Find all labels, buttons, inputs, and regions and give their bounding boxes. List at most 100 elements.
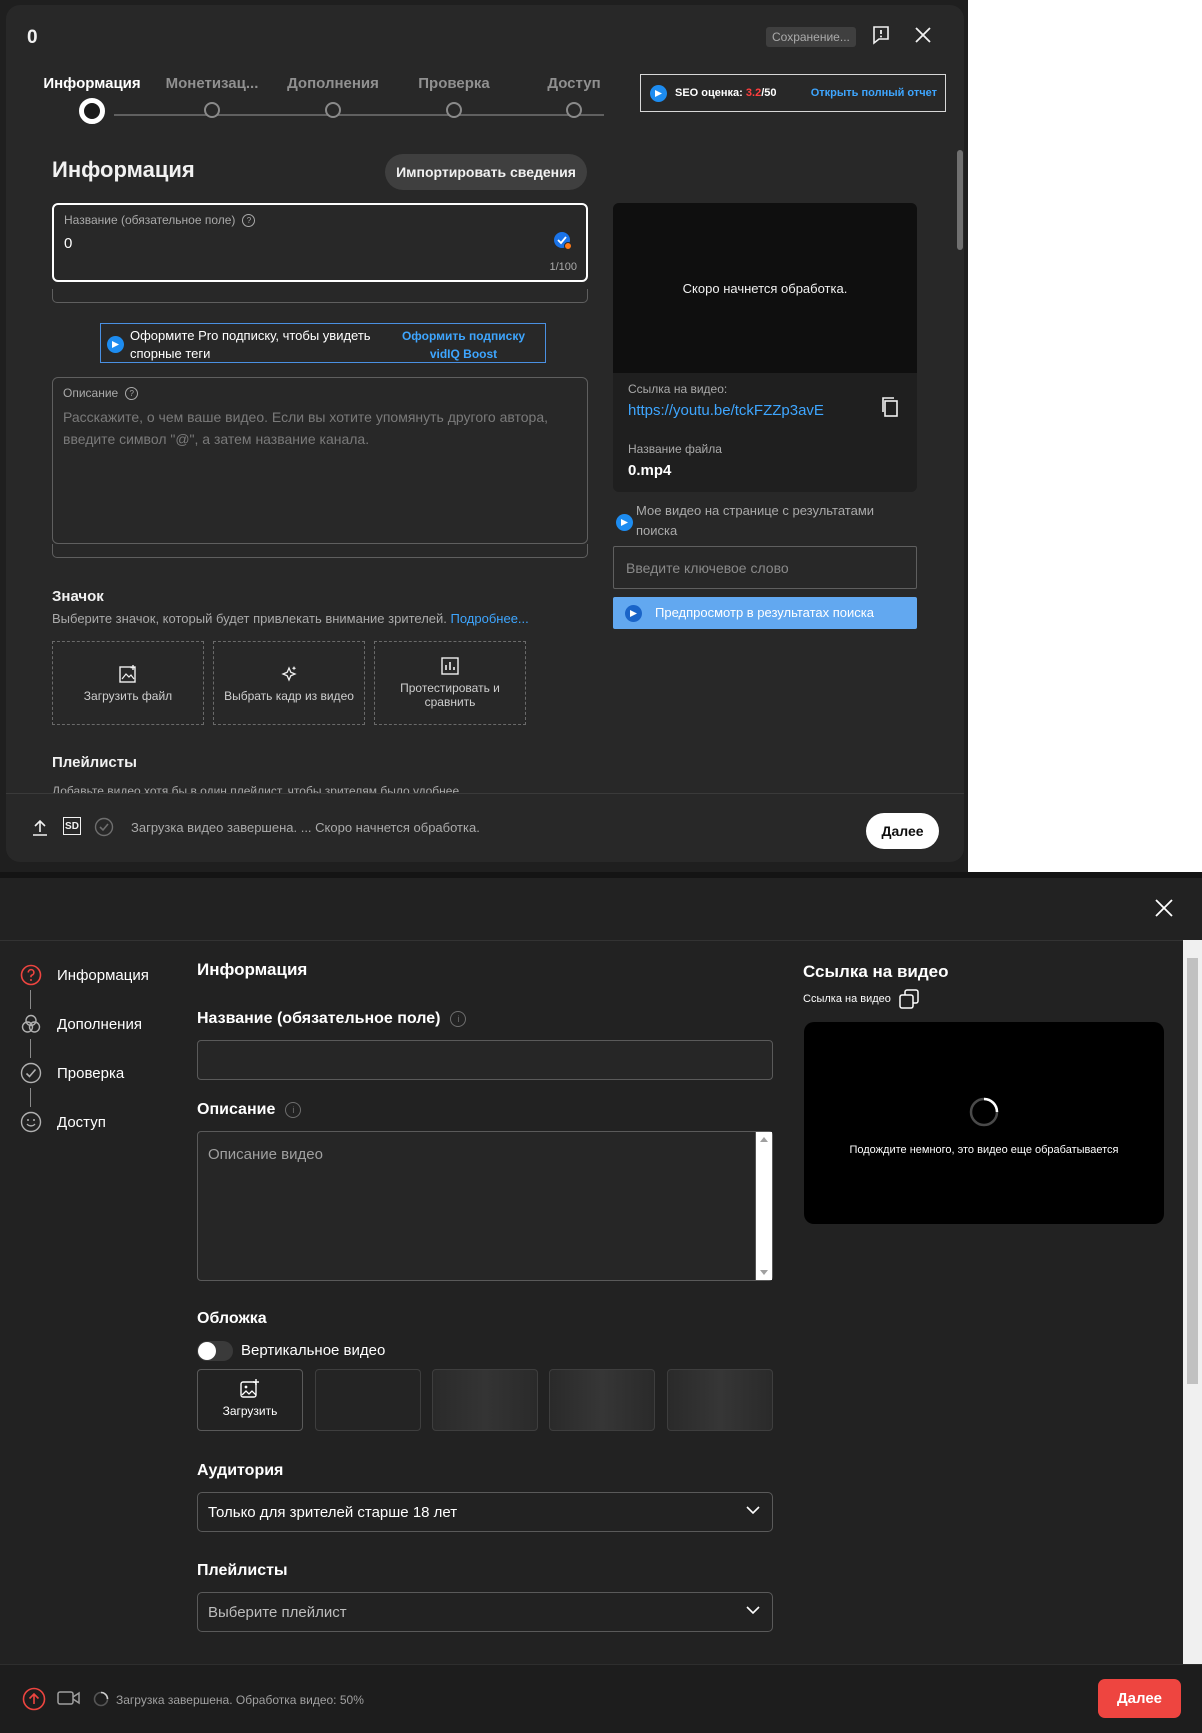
sd-quality-icon[interactable]: SD (63, 817, 81, 835)
cover-slot[interactable] (667, 1369, 773, 1431)
playlists-title: Плейлисты (52, 754, 137, 771)
loading-spinner-icon (93, 1691, 109, 1712)
title-value[interactable]: 0 (64, 235, 72, 252)
option-label: Загрузить файл (83, 689, 173, 703)
report-icon[interactable] (868, 22, 894, 48)
help-icon[interactable]: ? (242, 214, 256, 228)
nav-item-checks[interactable]: Проверка (20, 1062, 180, 1111)
upload-thumbnail-option[interactable]: Загрузить файл (52, 641, 204, 725)
second-upload-dialog: Информация Дополнения Проверка Доступ Ин… (0, 878, 1202, 1733)
image-add-icon (239, 1378, 261, 1400)
help-icon[interactable]: ? (125, 387, 139, 401)
step-label: Дополнения (287, 75, 379, 92)
vidiq-logo-icon (107, 336, 124, 353)
auto-frame-option[interactable]: Выбрать кадр из видео (213, 641, 365, 725)
upload-icon[interactable] (32, 819, 48, 842)
title-field[interactable]: Название (обязательное поле)? 0 1/100 (52, 203, 588, 282)
upload-cover-button[interactable]: Загрузить (197, 1369, 303, 1431)
cover-slot[interactable] (432, 1369, 538, 1431)
title-label-text: Название (обязательное поле) (64, 213, 236, 227)
thumbnail-subtitle: Выберите значок, который будет привлекат… (52, 611, 529, 626)
chart-icon (375, 656, 525, 676)
background-blank (968, 0, 1202, 872)
check-circle-icon (20, 1062, 42, 1084)
step-info[interactable]: Информация (32, 75, 152, 124)
image-add-icon (53, 664, 203, 684)
playlists-title: Плейлисты (197, 1562, 288, 1579)
import-details-button[interactable]: Импортировать сведения (385, 154, 587, 190)
copy-icon[interactable] (898, 988, 920, 1015)
dialog-scrollbar[interactable] (1183, 940, 1202, 1664)
video-link-title: Ссылка на видео (803, 962, 949, 981)
vertical-video-toggle[interactable] (197, 1341, 233, 1361)
step-dot (566, 102, 582, 118)
info-icon[interactable]: i (450, 1010, 467, 1027)
pro-subscription-banner: Оформите Pro подписку, чтобы увидеть спо… (100, 323, 546, 363)
dialog-scrollbar[interactable] (957, 150, 963, 250)
video-camera-icon[interactable] (57, 1689, 81, 1712)
section-title: Информация (52, 157, 195, 182)
description-field-label: Описание? (63, 386, 139, 401)
learn-more-link[interactable]: Подробнее... (451, 611, 529, 626)
title-input[interactable] (197, 1040, 773, 1080)
nav-label: Доступ (57, 1114, 106, 1131)
cover-slot[interactable] (549, 1369, 655, 1431)
next-button[interactable]: Далее (1098, 1679, 1181, 1718)
toggle-knob (198, 1342, 216, 1360)
description-field[interactable]: Описание? Расскажите, о чем ваше видео. … (52, 377, 588, 544)
saving-badge: Сохранение... (766, 27, 856, 47)
scroll-up-icon[interactable] (760, 1136, 768, 1142)
keyword-input[interactable] (613, 546, 917, 589)
nav-label: Информация (57, 967, 149, 984)
close-icon[interactable] (1154, 898, 1174, 923)
nav-connector (30, 990, 31, 1009)
cover-slot[interactable] (315, 1369, 421, 1431)
seo-report-link[interactable]: Открыть полный отчет (811, 87, 937, 99)
close-icon[interactable] (910, 22, 936, 48)
video-link-label: Ссылка на видео (803, 993, 891, 1005)
option-label: Протестировать и сравнить (400, 681, 500, 709)
playlist-select[interactable]: Выберите плейлист (197, 1592, 773, 1632)
vidiq-boost-link[interactable]: Оформить подписку vidIQ Boost (391, 327, 536, 363)
seo-score-panel: SEO оценка: 3.2/50 Открыть полный отчет (640, 74, 946, 112)
step-dot (325, 102, 341, 118)
title-label-text: Название (обязательное поле) (197, 1010, 441, 1027)
step-visibility[interactable]: Доступ (514, 75, 634, 118)
copy-icon[interactable] (880, 396, 900, 423)
nav-item-extras[interactable]: Дополнения (20, 1013, 180, 1062)
video-preview-card: Скоро начнется обработка. Ссылка на виде… (613, 203, 917, 492)
title-counter: 1/100 (549, 261, 577, 273)
scroll-down-icon[interactable] (760, 1270, 768, 1276)
scrollbar-thumb[interactable] (1187, 958, 1198, 1384)
search-preview-button[interactable]: Предпросмотр в результатах поиска (613, 597, 917, 629)
vidiq-logo-icon (625, 605, 642, 622)
seo-score-value: 3.2 (745, 87, 762, 99)
grammar-check-icon[interactable] (553, 231, 573, 256)
processing-wait-text: Подождите немного, это видео еще обрабат… (849, 1144, 1119, 1156)
circles-icon (20, 1013, 42, 1035)
step-monetization[interactable]: Монетизац... (152, 75, 272, 118)
nav-item-info[interactable]: Информация (20, 964, 180, 1013)
nav-item-access[interactable]: Доступ (20, 1111, 180, 1160)
chevron-down-icon (746, 1506, 760, 1515)
video-link[interactable]: https://youtu.be/tckFZZp3avE (628, 402, 824, 419)
loading-spinner-icon (969, 1097, 999, 1127)
description-label-text: Описание (197, 1101, 276, 1118)
textarea-scrollbar[interactable] (755, 1132, 772, 1280)
dialog-header: 0 Сохранение... (6, 5, 964, 65)
step-dot (79, 98, 105, 124)
description-placeholder: Расскажите, о чем ваше видео. Если вы хо… (63, 409, 549, 447)
check-circle-icon[interactable] (94, 817, 114, 842)
audience-select[interactable]: Только для зрителей старше 18 лет (197, 1492, 773, 1532)
step-checks[interactable]: Проверка (394, 75, 514, 118)
upload-icon[interactable] (22, 1687, 46, 1716)
next-button[interactable]: Далее (866, 813, 939, 849)
test-compare-option[interactable]: Протестировать и сравнить (374, 641, 526, 725)
description-textarea[interactable]: Описание видео (197, 1131, 773, 1281)
question-circle-icon (20, 964, 42, 986)
smile-icon (20, 1111, 42, 1133)
step-extras[interactable]: Дополнения (273, 75, 393, 118)
thumbnail-title: Значок (52, 588, 104, 605)
sparkle-icon (214, 664, 364, 684)
info-icon[interactable]: i (285, 1101, 302, 1118)
